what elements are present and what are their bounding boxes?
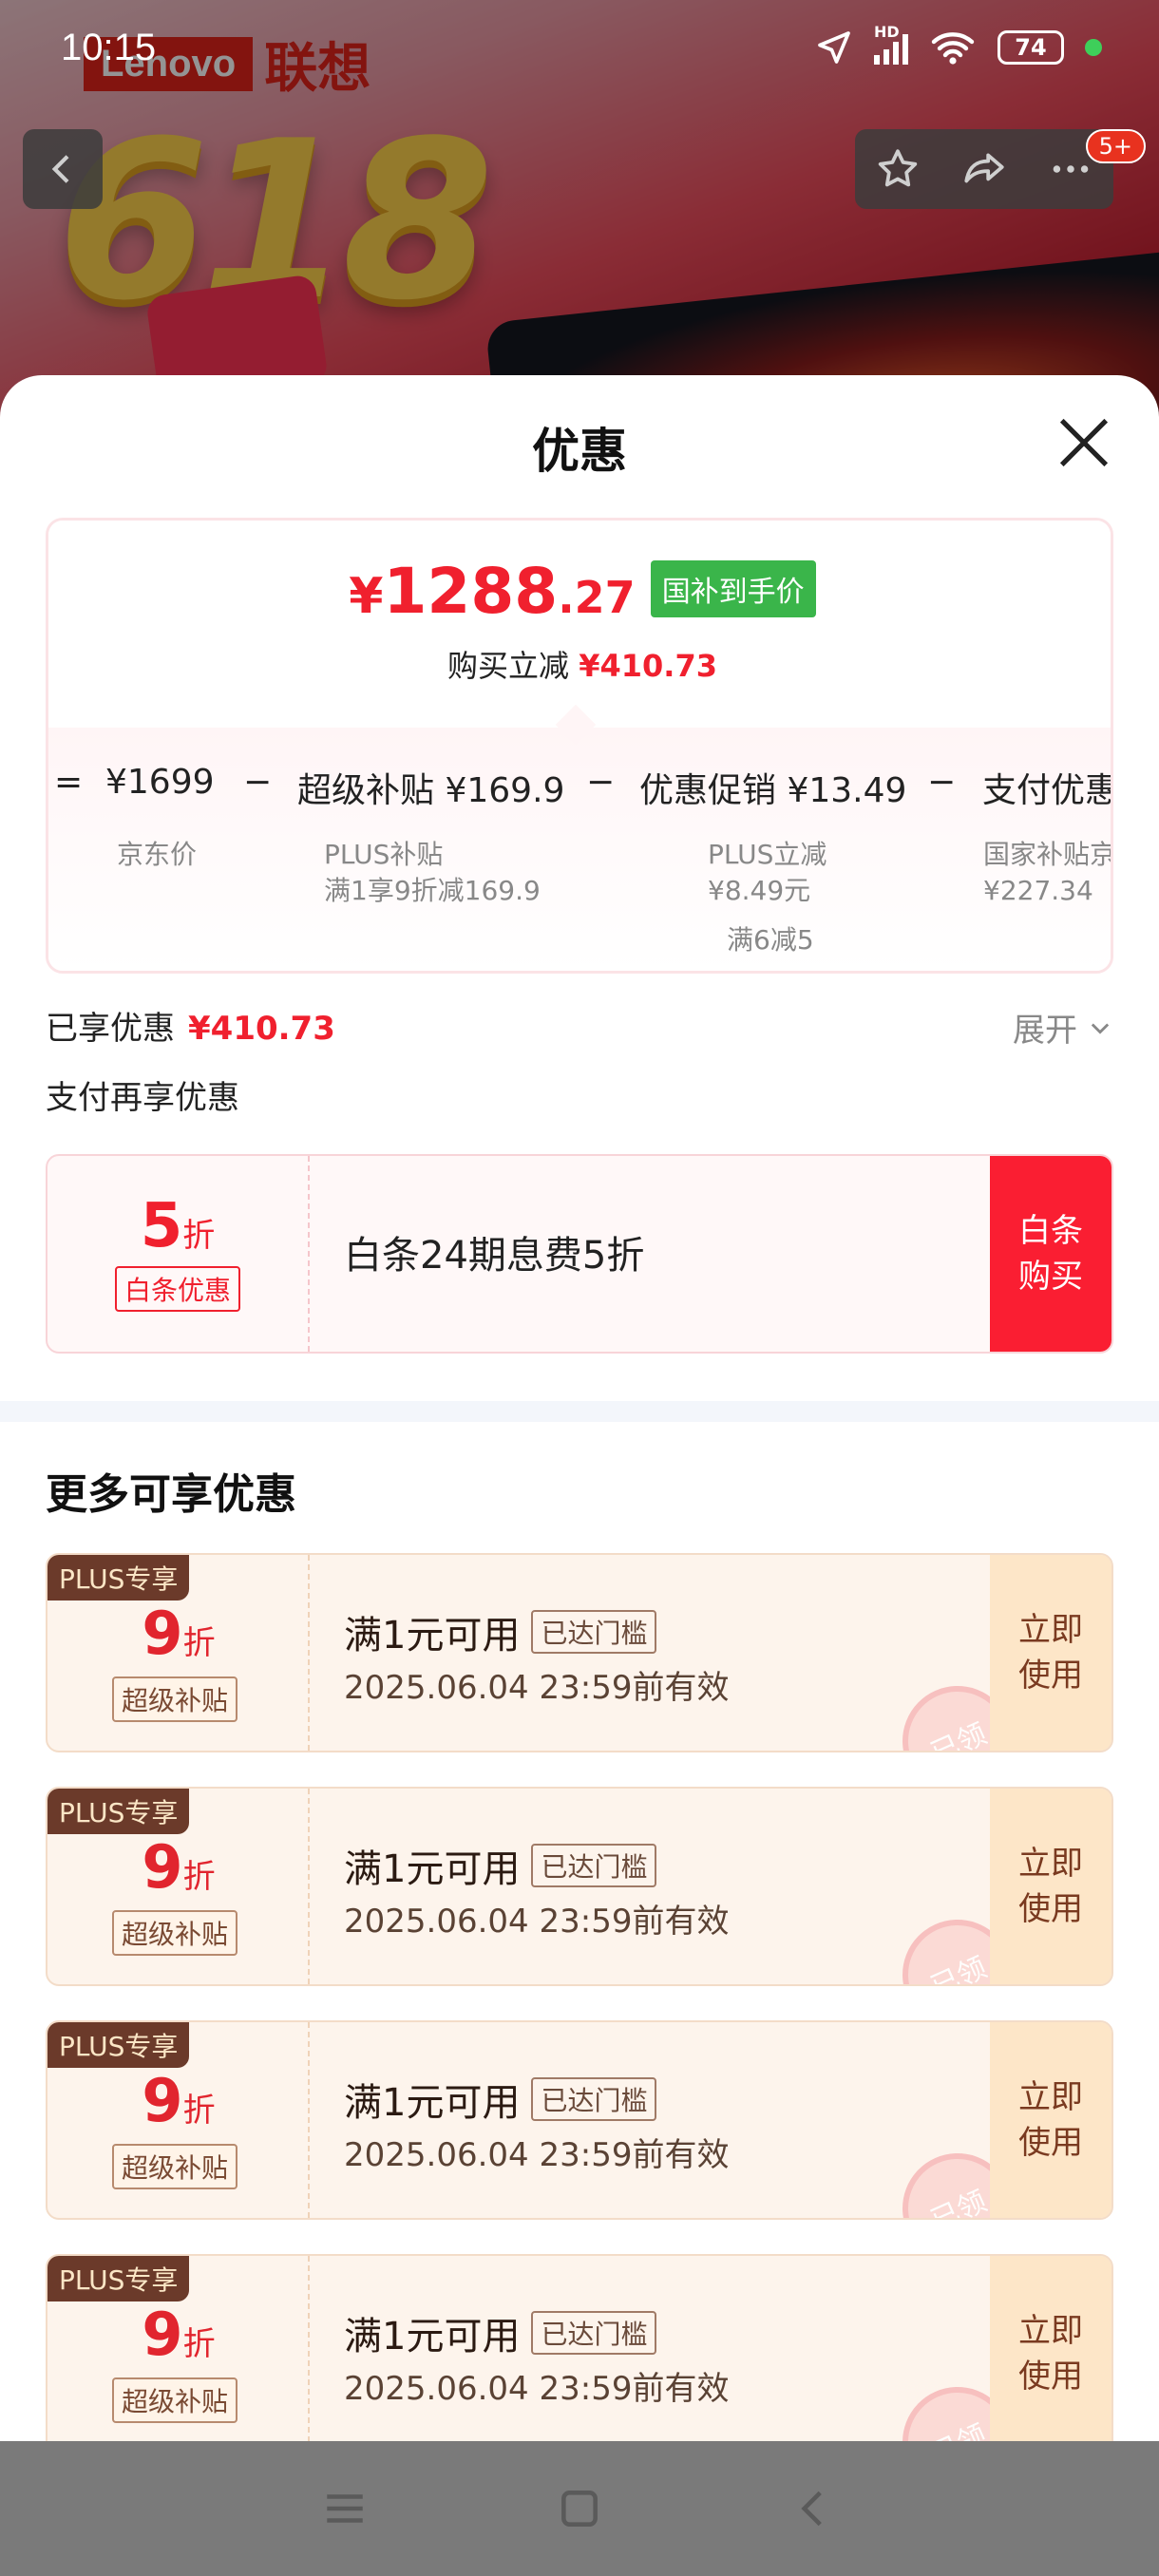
close-icon[interactable] [1054,413,1113,472]
coupon-title: 满1元可用 已达门槛 [344,1604,657,1659]
use-now-button[interactable]: 立即 使用 [990,1555,1112,1751]
coupon-discount: 9折 [142,2300,216,2369]
share-icon[interactable] [960,145,1008,193]
chevron-down-icon [1091,1023,1110,1034]
full-reduction-detail: 满6减5 [727,924,814,956]
coupon-validity: 2025.06.04 23:59前有效 [344,2370,730,2408]
plus-exclusive-tag: PLUS专享 [48,2022,190,2068]
back-button[interactable] [23,129,103,209]
coupon-card: PLUS专享 9折 超级补贴 满1元可用 已达门槛 2025.06.04 23:5… [46,1787,1113,1986]
coupon-card: PLUS专享 9折 超级补贴 满1元可用 已达门槛 2025.06.04 23:5… [46,1553,1113,1752]
top-action-bar [855,129,1113,209]
national-subsidy-detail: 国家补贴京 ¥227.34 [983,839,1113,906]
home-icon[interactable] [556,2485,603,2532]
more-offers-title: 更多可享优惠 [46,1470,296,1519]
threshold-tag: 已达门槛 [531,1610,657,1654]
network-type-label: HD [874,23,900,41]
price-breakdown-card: ¥1288.27 国补到手价 购买立减 ¥410.73 = ¥1699 − 超级… [46,518,1113,974]
baitiao-title: 白条24期息费5折 [344,1234,645,1278]
coupon-card: PLUS专享 9折 超级补贴 满1元可用 已达门槛 2025.06.04 23:5… [46,2020,1113,2220]
coupon-title: 满1元可用 已达门槛 [344,2305,657,2360]
subsidy-item: 超级补贴 ¥169.9 [297,771,565,810]
minus-sign: − [243,763,273,802]
coupon-discount: 9折 [142,1599,216,1668]
status-dot [1085,39,1102,56]
plus-subsidy-detail: PLUS补贴 满1享9折减169.9 [324,839,541,906]
price-tag-badge: 国补到手价 [650,560,816,617]
status-time: 10:15 [61,27,157,68]
baitiao-offer-card: 5折 白条优惠 白条24期息费5折 白条 购买 [46,1154,1113,1354]
plus-discount-detail: PLUS立减 ¥8.49元 满6减5 [708,837,826,958]
coupon-label: 超级补贴 [112,1910,238,1956]
use-now-button[interactable]: 立即 使用 [990,2256,1112,2441]
plus-exclusive-tag: PLUS专享 [48,1789,190,1834]
section-divider [0,1401,1159,1422]
status-bar: 10:15 HD 74 [0,0,1159,95]
notification-badge: 5+ [1085,129,1146,163]
use-now-button[interactable]: 立即 使用 [990,1789,1112,1984]
system-nav-bar [0,2441,1159,2576]
instant-discount: 购买立减 ¥410.73 [447,648,717,684]
minus-sign: − [586,763,616,802]
battery-indicator: 74 [998,30,1064,65]
jd-price-value: ¥1699 [105,763,215,802]
menu-icon[interactable] [321,2485,369,2532]
coupon-validity: 2025.06.04 23:59前有效 [344,1903,730,1941]
minus-sign: − [927,763,957,802]
coupon-validity: 2025.06.04 23:59前有效 [344,2136,730,2174]
enjoyed-discount: 已享优惠 ¥410.73 [46,1010,335,1048]
coupon-title: 满1元可用 已达门槛 [344,2072,657,2127]
discount-sheet: 优惠 ¥1288.27 国补到手价 购买立减 ¥410.73 = ¥1699 −… [0,375,1159,2441]
favorite-star-icon[interactable] [874,145,922,193]
threshold-tag: 已达门槛 [531,1844,657,1887]
coupon-title: 满1元可用 已达门槛 [344,1838,657,1893]
baitiao-buy-button[interactable]: 白条 购买 [990,1156,1112,1352]
chevron-left-icon [51,155,69,183]
jd-price-label: 京东价 [117,839,198,870]
plus-exclusive-tag: PLUS专享 [48,2256,190,2301]
threshold-tag: 已达门槛 [531,2077,657,2121]
wifi-icon [931,32,975,65]
coupon-label: 超级补贴 [112,2144,238,2189]
coupon-card: PLUS专享 9折 超级补贴 满1元可用 已达门槛 2025.06.04 23:5… [46,2254,1113,2441]
use-now-button[interactable]: 立即 使用 [990,2022,1112,2218]
equals-sign: = [54,763,84,802]
threshold-tag: 已达门槛 [531,2311,657,2355]
baitiao-tag: 白条优惠 [114,1266,240,1312]
signal-icon: HD [874,23,908,65]
back-nav-icon[interactable] [790,2485,838,2532]
coupon-discount: 9折 [142,2066,216,2135]
coupon-discount: 9折 [142,1832,216,1902]
promo-item: 优惠促销 ¥13.49 [639,771,907,810]
expand-button[interactable]: 展开 [1013,1004,1113,1051]
plus-exclusive-tag: PLUS专享 [48,1555,190,1601]
coupon-label: 超级补贴 [112,2377,238,2423]
pay-discount-item: 支付优惠 [982,771,1113,810]
sheet-title: 优惠 [532,424,627,479]
coupon-validity: 2025.06.04 23:59前有效 [344,1669,730,1707]
final-price: ¥1288.27 [349,555,636,628]
location-arrow-icon [818,31,850,64]
pay-more-label: 支付再享优惠 [46,1079,239,1117]
baitiao-discount: 5折 [140,1191,216,1261]
coupon-label: 超级补贴 [112,1676,238,1722]
